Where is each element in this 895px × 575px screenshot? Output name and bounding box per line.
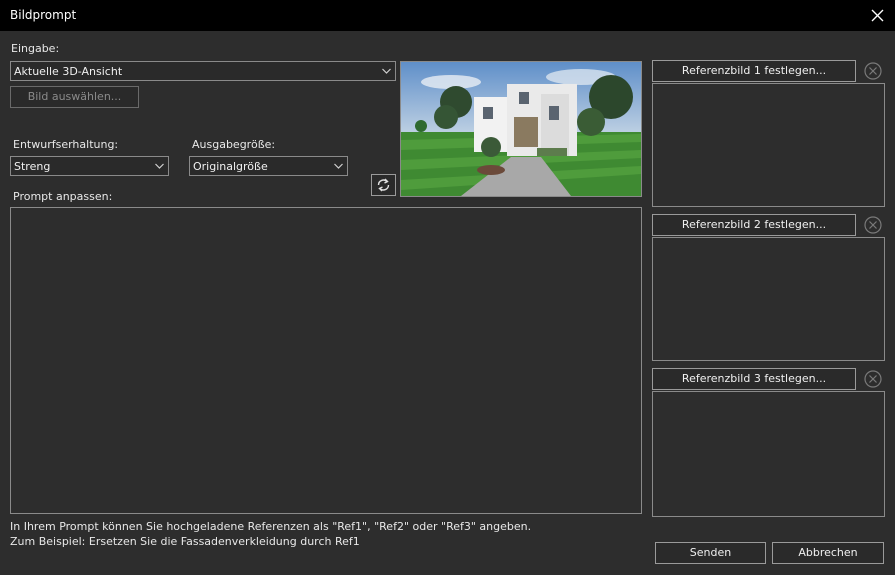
- set-reference-2-button[interactable]: Referenzbild 2 festlegen...: [652, 214, 856, 236]
- reference-1-image-box: [652, 83, 885, 207]
- close-button[interactable]: [861, 0, 895, 31]
- preview-image: [400, 61, 642, 197]
- refresh-icon: [377, 178, 390, 192]
- close-icon: [871, 9, 884, 22]
- remove-circle-icon[interactable]: [863, 369, 883, 389]
- hint-line-1: In Ihrem Prompt können Sie hochgeladene …: [10, 520, 532, 533]
- chevron-down-icon: [382, 68, 391, 74]
- design-preservation-label: Entwurfserhaltung:: [13, 138, 119, 151]
- refresh-button[interactable]: [371, 174, 396, 196]
- prompt-label: Prompt anpassen:: [13, 190, 113, 203]
- remove-circle-icon[interactable]: [863, 215, 883, 235]
- send-button[interactable]: Senden: [655, 542, 766, 564]
- design-preservation-value: Streng: [14, 160, 51, 173]
- cancel-button[interactable]: Abbrechen: [772, 542, 884, 564]
- house-render-image: [401, 62, 641, 196]
- choose-image-button[interactable]: Bild auswählen...: [10, 86, 139, 108]
- chevron-down-icon: [155, 163, 164, 169]
- output-size-label: Ausgabegröße:: [192, 138, 276, 151]
- reference-2-image-box: [652, 237, 885, 361]
- input-label: Eingabe:: [11, 42, 60, 55]
- design-preservation-select[interactable]: Streng: [10, 156, 169, 176]
- chevron-down-icon: [334, 163, 343, 169]
- set-reference-3-button[interactable]: Referenzbild 3 festlegen...: [652, 368, 856, 390]
- window-title: Bildprompt: [10, 8, 77, 22]
- prompt-textarea[interactable]: [10, 207, 642, 514]
- title-bar: Bildprompt: [0, 0, 895, 31]
- remove-circle-icon[interactable]: [863, 61, 883, 81]
- reference-3-image-box: [652, 391, 885, 517]
- set-reference-1-button[interactable]: Referenzbild 1 festlegen...: [652, 60, 856, 82]
- output-size-value: Originalgröße: [193, 160, 268, 173]
- input-source-select[interactable]: Aktuelle 3D-Ansicht: [10, 61, 396, 81]
- output-size-select[interactable]: Originalgröße: [189, 156, 348, 176]
- input-source-value: Aktuelle 3D-Ansicht: [14, 65, 123, 78]
- hint-line-2: Zum Beispiel: Ersetzen Sie die Fassadenv…: [10, 535, 360, 548]
